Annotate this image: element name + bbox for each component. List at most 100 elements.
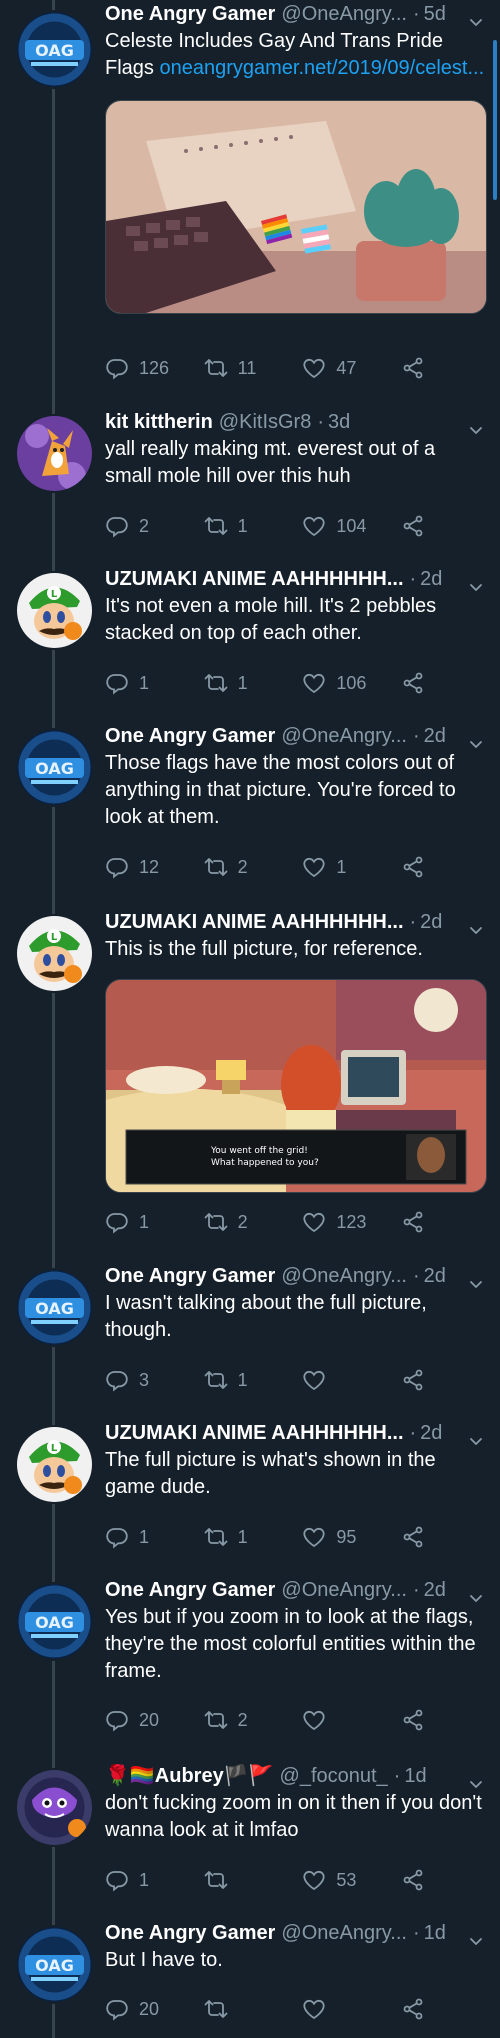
display-name[interactable]: kit kittherin <box>105 408 213 436</box>
handle[interactable]: @OneAngry... <box>281 1262 407 1290</box>
display-name[interactable]: 🌹🏳️‍🌈Aubrey🏴🚩 <box>105 1762 274 1790</box>
retweet-button[interactable]: 1 <box>204 1368 303 1392</box>
retweet-count: 1 <box>237 1369 248 1390</box>
chevron-down-icon[interactable] <box>468 1776 484 1792</box>
display-name[interactable]: One Angry Gamer <box>105 1919 275 1947</box>
retweet-button[interactable] <box>204 1868 303 1892</box>
timestamp[interactable]: 5d <box>424 0 446 28</box>
share-button[interactable] <box>401 1868 435 1892</box>
tweet-actions: 12 2 1 <box>105 851 435 883</box>
reply-button[interactable]: 1 <box>105 1525 204 1549</box>
timestamp[interactable]: 2d <box>420 1419 442 1447</box>
retweet-button[interactable]: 1 <box>204 514 303 538</box>
avatar[interactable] <box>15 1425 94 1504</box>
avatar[interactable] <box>15 571 94 650</box>
retweet-button[interactable]: 11 <box>204 356 303 380</box>
display-name[interactable]: UZUMAKI ANIME AAHHHHHH... <box>105 565 404 593</box>
handle[interactable]: @OneAngry... <box>281 0 407 28</box>
heart-icon <box>302 855 326 879</box>
share-button[interactable] <box>401 1210 435 1234</box>
timestamp[interactable]: 2d <box>420 565 442 593</box>
avatar[interactable] <box>15 1582 94 1661</box>
share-button[interactable] <box>401 1997 435 2021</box>
chevron-down-icon[interactable] <box>468 736 484 752</box>
share-button[interactable] <box>401 1708 435 1732</box>
timestamp[interactable]: 2d <box>424 1262 446 1290</box>
reply-button[interactable]: 20 <box>105 1708 204 1732</box>
like-button[interactable]: 123 <box>302 1210 401 1234</box>
handle[interactable]: @_foconut_ <box>280 1762 388 1790</box>
timestamp[interactable]: 2d <box>424 722 446 750</box>
avatar[interactable] <box>15 10 94 89</box>
retweet-button[interactable] <box>204 1997 303 2021</box>
chevron-down-icon[interactable] <box>468 14 484 30</box>
tweet-text: don't fucking zoom in on it then if you … <box>105 1792 482 1841</box>
display-name[interactable]: UZUMAKI ANIME AAHHHHHH... <box>105 1419 404 1447</box>
retweet-count: 1 <box>237 515 248 536</box>
display-name[interactable]: One Angry Gamer <box>105 722 275 750</box>
timestamp[interactable]: 1d <box>424 1919 446 1947</box>
display-name[interactable]: One Angry Gamer <box>105 0 275 28</box>
timestamp[interactable]: 3d <box>328 408 350 436</box>
chevron-down-icon[interactable] <box>468 1590 484 1606</box>
like-button[interactable]: 53 <box>302 1868 401 1892</box>
chevron-down-icon[interactable] <box>468 579 484 595</box>
like-button[interactable] <box>302 1368 401 1392</box>
article-link[interactable]: oneangrygamer.net/2019/09/celest... <box>159 57 484 79</box>
display-name[interactable]: UZUMAKI ANIME AAHHHHHH... <box>105 908 404 936</box>
retweet-button[interactable]: 1 <box>204 671 303 695</box>
reply-button[interactable]: 20 <box>105 1997 204 2021</box>
handle[interactable]: @OneAngry... <box>281 1576 407 1604</box>
reply-button[interactable]: 1 <box>105 1868 204 1892</box>
chevron-down-icon[interactable] <box>468 922 484 938</box>
display-name[interactable]: One Angry Gamer <box>105 1262 275 1290</box>
handle[interactable]: @OneAngry... <box>281 722 407 750</box>
reply-button[interactable]: 2 <box>105 514 204 538</box>
reply-button[interactable]: 1 <box>105 1210 204 1234</box>
reply-count: 1 <box>139 1869 150 1890</box>
reply-button[interactable]: 126 <box>105 356 204 380</box>
retweet-icon <box>204 1708 228 1732</box>
avatar[interactable] <box>15 728 94 807</box>
timestamp[interactable]: 1d <box>404 1762 426 1790</box>
like-button[interactable] <box>302 1997 401 2021</box>
scrollbar[interactable] <box>493 40 497 200</box>
avatar[interactable] <box>15 1925 94 2004</box>
share-button[interactable] <box>401 356 435 380</box>
timestamp[interactable]: 2d <box>420 908 442 936</box>
share-button[interactable] <box>401 671 435 695</box>
avatar[interactable] <box>15 914 94 993</box>
like-button[interactable] <box>302 1708 401 1732</box>
chevron-down-icon[interactable] <box>468 1933 484 1949</box>
avatar[interactable] <box>15 414 94 493</box>
share-button[interactable] <box>401 1525 435 1549</box>
share-button[interactable] <box>401 855 435 879</box>
avatar[interactable] <box>15 1768 94 1847</box>
retweet-button[interactable]: 2 <box>204 855 303 879</box>
like-button[interactable]: 104 <box>302 514 401 538</box>
avatar[interactable] <box>15 1268 94 1347</box>
retweet-button[interactable]: 2 <box>204 1708 303 1732</box>
like-button[interactable]: 106 <box>302 671 401 695</box>
chevron-down-icon[interactable] <box>468 422 484 438</box>
like-button[interactable]: 47 <box>302 356 401 380</box>
tweet-header: One Angry Gamer @OneAngry... · 2d <box>105 1576 485 1604</box>
reply-button[interactable]: 1 <box>105 671 204 695</box>
handle[interactable]: @OneAngry... <box>281 1919 407 1947</box>
share-button[interactable] <box>401 1368 435 1392</box>
reply-button[interactable]: 12 <box>105 855 204 879</box>
like-button[interactable]: 95 <box>302 1525 401 1549</box>
like-button[interactable]: 1 <box>302 855 401 879</box>
chevron-down-icon[interactable] <box>468 1433 484 1449</box>
share-button[interactable] <box>401 514 435 538</box>
tweet-image[interactable]: You went off the grid! What happened to … <box>105 979 487 1193</box>
retweet-button[interactable]: 2 <box>204 1210 303 1234</box>
retweet-button[interactable]: 1 <box>204 1525 303 1549</box>
tweet-image[interactable] <box>105 100 487 314</box>
reply-button[interactable]: 3 <box>105 1368 204 1392</box>
handle[interactable]: @KitIsGr8 <box>219 408 312 436</box>
display-name[interactable]: One Angry Gamer <box>105 1576 275 1604</box>
retweet-count: 11 <box>237 357 257 378</box>
chevron-down-icon[interactable] <box>468 1276 484 1292</box>
timestamp[interactable]: 2d <box>424 1576 446 1604</box>
